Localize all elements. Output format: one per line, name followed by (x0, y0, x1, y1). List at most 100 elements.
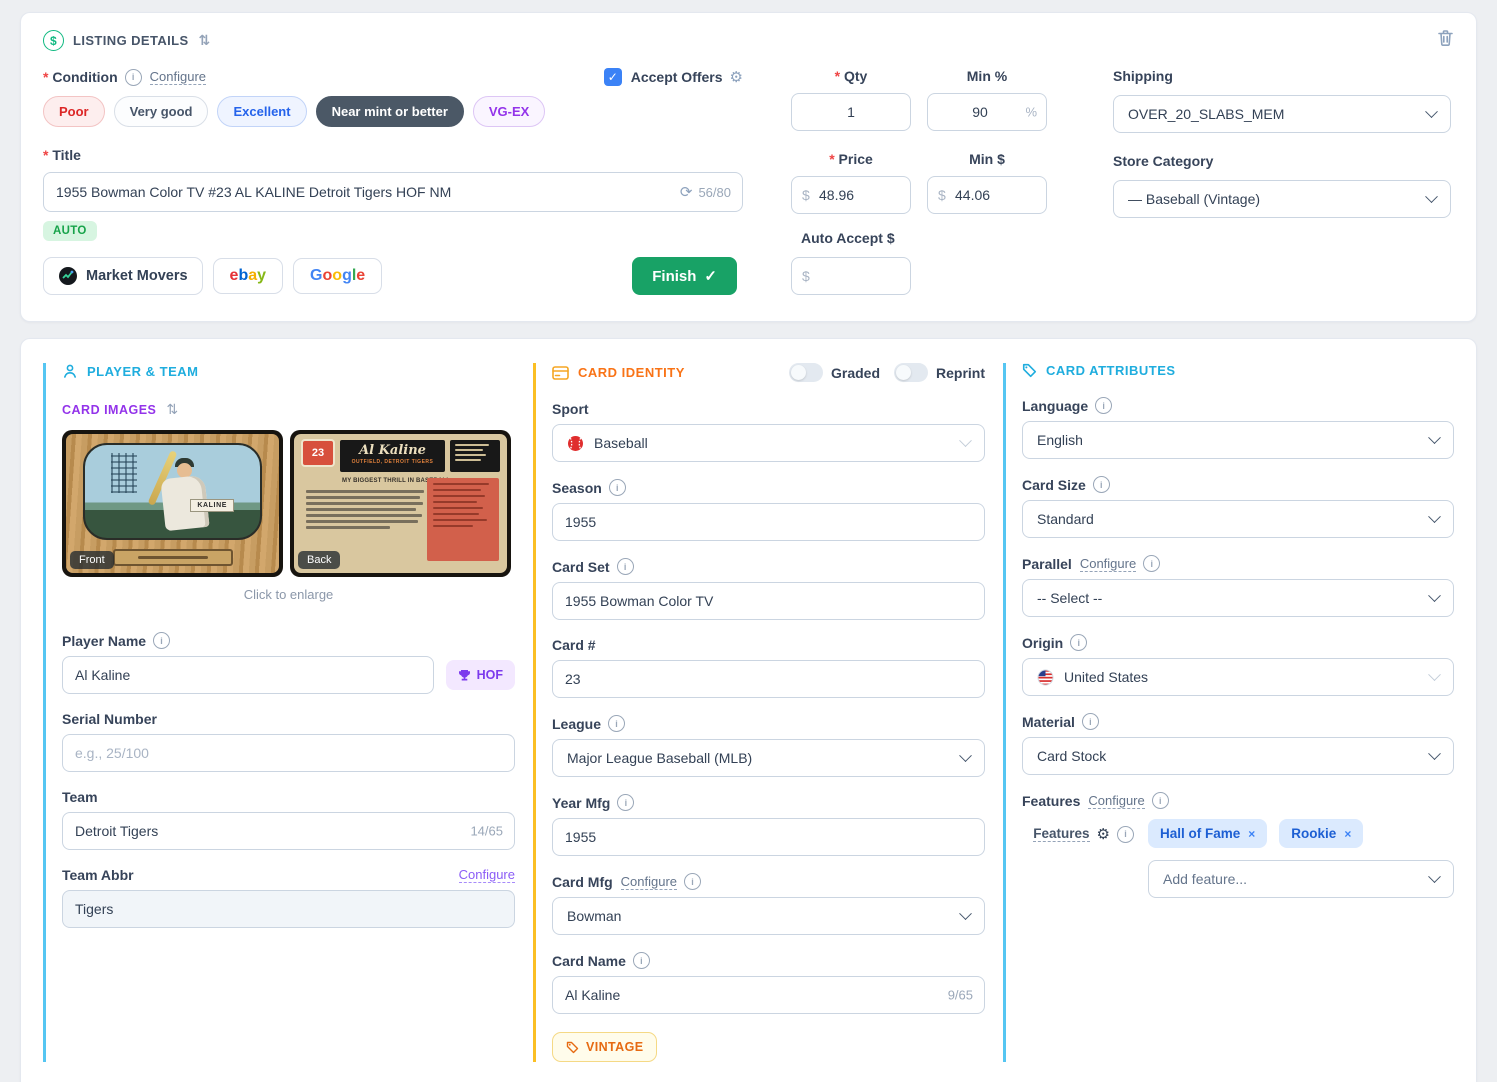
back-player-name: Al Kaline (359, 443, 426, 458)
season-input[interactable] (552, 503, 985, 541)
feature-chip-rookie[interactable]: Rookie × (1279, 819, 1364, 848)
features-configure-link[interactable]: Configure (1088, 793, 1145, 809)
card-icon (552, 365, 569, 380)
card-attributes-column: CARD ATTRIBUTES Language English Card Si… (1003, 363, 1454, 1062)
listing-details-header: $ LISTING DETAILS ⇅ (43, 30, 211, 51)
add-feature-select[interactable]: Add feature... (1148, 860, 1454, 898)
language-select[interactable]: English (1022, 421, 1454, 459)
info-icon[interactable] (1070, 634, 1088, 651)
market-movers-icon (58, 266, 78, 286)
condition-option-vg-ex[interactable]: VG-EX (472, 96, 546, 127)
store-category-label: Store Category (1113, 153, 1214, 169)
info-icon[interactable] (684, 873, 702, 890)
team-abbr-configure-link[interactable]: Configure (458, 867, 515, 883)
info-icon[interactable] (1092, 476, 1110, 493)
card-size-label: Card Size (1022, 476, 1086, 493)
year-mfg-input[interactable] (552, 818, 985, 856)
condition-option-poor[interactable]: Poor (43, 96, 105, 127)
player-name-input[interactable] (62, 656, 434, 694)
league-select[interactable]: Major League Baseball (MLB) (552, 739, 985, 777)
origin-select[interactable]: United States (1022, 658, 1454, 696)
sort-icon[interactable]: ⇅ (199, 32, 211, 49)
info-icon[interactable] (153, 632, 171, 649)
player-team-column: PLAYER & TEAM CARD IMAGES ⇅ KALINE Front… (43, 363, 515, 1062)
store-category-select[interactable]: — Baseball (Vintage) (1113, 180, 1451, 218)
card-size-value: Standard (1037, 511, 1094, 527)
price-currency: $ (802, 187, 810, 203)
reprint-toggle[interactable] (894, 363, 928, 382)
ebay-logo: ebay (229, 267, 267, 284)
parallel-label: Parallel (1022, 555, 1072, 572)
player-name-label: Player Name (62, 632, 147, 649)
serial-number-input[interactable] (62, 734, 515, 772)
title-counter: 56/80 (698, 184, 731, 200)
listing-details-title: LISTING DETAILS (73, 33, 189, 48)
info-icon[interactable] (608, 715, 626, 732)
trash-icon[interactable] (1437, 29, 1454, 52)
chevron-down-icon (1428, 667, 1441, 681)
shipping-select[interactable]: OVER_20_SLABS_MEM (1113, 95, 1451, 133)
accept-offers-gear-icon[interactable]: ⚙ (730, 68, 743, 86)
info-icon[interactable] (608, 479, 626, 496)
serial-number-label: Serial Number (62, 711, 157, 727)
auto-badge: AUTO (43, 221, 97, 241)
card-number-input[interactable] (552, 660, 985, 698)
card-mfg-label: Card Mfg (552, 873, 613, 890)
info-icon[interactable] (1081, 713, 1099, 730)
remove-icon[interactable]: × (1248, 827, 1255, 841)
condition-configure-link[interactable]: Configure (149, 69, 207, 85)
graded-toggle[interactable] (788, 363, 823, 382)
info-icon[interactable] (616, 558, 634, 575)
info-icon[interactable] (1143, 555, 1161, 572)
condition-option-very-good[interactable]: Very good (113, 96, 209, 127)
market-movers-button[interactable]: Market Movers (43, 257, 203, 295)
info-icon[interactable] (124, 68, 142, 86)
accept-offers-checkbox[interactable] (603, 68, 622, 86)
language-label: Language (1022, 397, 1089, 414)
person-icon (62, 363, 78, 379)
feature-chip-hall-of-fame[interactable]: Hall of Fame × (1148, 819, 1268, 848)
click-to-enlarge-link[interactable]: Click to enlarge (62, 587, 515, 602)
condition-option-near-mint-selected[interactable]: Near mint or better (315, 96, 464, 127)
team-abbr-input[interactable] (62, 890, 515, 928)
card-set-input[interactable] (552, 582, 985, 620)
info-icon[interactable] (632, 952, 650, 969)
material-select[interactable]: Card Stock (1022, 737, 1454, 775)
info-icon[interactable] (1117, 825, 1134, 843)
features-gear-icon[interactable]: ⚙ (1097, 825, 1110, 843)
info-icon[interactable] (1095, 397, 1113, 414)
store-category-value: — Baseball (Vintage) (1128, 191, 1261, 207)
ebay-button[interactable]: ebay (212, 258, 284, 294)
chevron-down-icon (1428, 746, 1441, 760)
card-back-image[interactable]: 23 Al Kaline OUTFIELD, DETROIT TIGERS MY… (290, 430, 511, 577)
condition-option-excellent[interactable]: Excellent (217, 96, 307, 127)
card-mfg-select[interactable]: Bowman (552, 897, 985, 935)
refresh-icon[interactable]: ⟳ (680, 183, 693, 201)
year-mfg-label: Year Mfg (552, 794, 611, 811)
info-icon[interactable] (617, 794, 635, 811)
origin-label: Origin (1022, 634, 1064, 651)
team-input[interactable] (62, 812, 515, 850)
qty-input[interactable] (791, 93, 911, 131)
parallel-configure-link[interactable]: Configure (1079, 556, 1137, 572)
card-identity-header: CARD IDENTITY (552, 365, 685, 380)
remove-icon[interactable]: × (1344, 827, 1351, 841)
google-button[interactable]: Google (293, 258, 383, 294)
parallel-select[interactable]: -- Select -- (1022, 579, 1454, 617)
card-size-select[interactable]: Standard (1022, 500, 1454, 538)
front-badge: Front (70, 551, 114, 569)
title-input[interactable] (43, 172, 743, 212)
league-value: Major League Baseball (MLB) (567, 750, 753, 766)
info-icon[interactable] (1151, 792, 1169, 809)
card-mfg-configure-link[interactable]: Configure (620, 874, 678, 890)
sport-select[interactable]: Baseball (552, 424, 985, 462)
finish-button[interactable]: Finish ✓ (632, 257, 737, 295)
card-name-input[interactable] (552, 976, 985, 1014)
page: $ LISTING DETAILS ⇅ Condition Configure (0, 0, 1497, 1082)
card-front-image[interactable]: KALINE Front (62, 430, 283, 577)
chevron-down-icon (1425, 104, 1438, 118)
team-label: Team (62, 789, 98, 805)
auto-accept-currency: $ (802, 268, 810, 284)
tag-icon (1022, 363, 1037, 378)
sort-icon[interactable]: ⇅ (166, 401, 178, 418)
